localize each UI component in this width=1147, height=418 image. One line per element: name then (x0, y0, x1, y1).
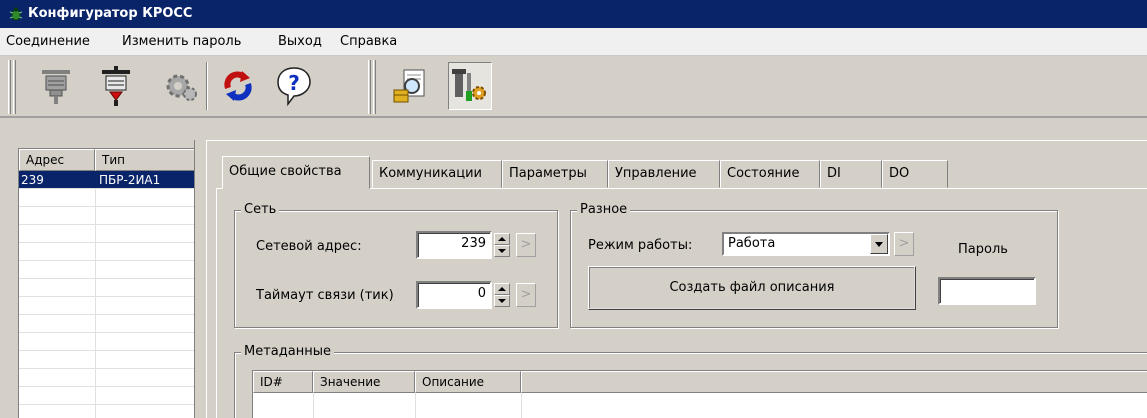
mode-label: Режим работы: (588, 238, 693, 253)
list-empty-row (19, 243, 194, 261)
timeout-stepper[interactable] (494, 283, 510, 307)
table-column-divider (313, 393, 314, 418)
table-column-divider (415, 393, 416, 418)
mode-select[interactable]: Работа (722, 232, 890, 256)
tab-do[interactable]: DO (882, 160, 948, 188)
window-title: Конфигуратор КРОСС (28, 6, 193, 21)
tab-control[interactable]: Управление (608, 160, 720, 188)
list-empty-row (19, 405, 194, 418)
menu-connection[interactable]: Соединение (6, 34, 90, 50)
settings-gear-icon[interactable] (160, 62, 200, 110)
list-empty-row (19, 207, 194, 225)
list-empty-row (19, 315, 194, 333)
tab-status[interactable]: Состояние (720, 160, 820, 188)
column-header-address[interactable]: Адрес (19, 149, 95, 171)
column-header-description[interactable]: Описание (415, 371, 521, 393)
spin-up-icon[interactable] (494, 233, 510, 245)
mode-select-value: Работа (728, 236, 776, 251)
toolbar-grip[interactable] (373, 60, 376, 114)
list-item-address: 239 (21, 173, 44, 187)
spin-down-icon[interactable] (494, 295, 510, 307)
list-empty-row (19, 333, 194, 351)
column-header-value[interactable]: Значение (313, 371, 415, 393)
toolbar-grip[interactable] (13, 60, 16, 114)
connect-icon[interactable] (36, 62, 76, 110)
network-address-stepper[interactable] (494, 233, 510, 257)
svg-text:?: ? (288, 71, 300, 95)
list-empty-row (19, 369, 194, 387)
network-address-field[interactable]: 239 (416, 231, 492, 259)
metadata-group-title: Метаданные (241, 344, 334, 360)
column-header-filler (521, 371, 1147, 393)
password-field[interactable] (938, 277, 1036, 305)
tab-parameters[interactable]: Параметры (502, 160, 608, 188)
toolbar-separator (206, 62, 208, 110)
network-group-title: Сеть (241, 202, 280, 218)
title-bar: Конфигуратор КРОСС (0, 0, 1147, 28)
column-header-type[interactable]: Тип (95, 149, 194, 171)
list-empty-row (19, 279, 194, 297)
toolbar: ? (0, 56, 1147, 118)
spin-up-icon[interactable] (494, 283, 510, 295)
tab-di[interactable]: DI (820, 160, 882, 188)
tab-communications[interactable]: Коммуникации (372, 160, 502, 188)
list-empty-row (19, 351, 194, 369)
menu-exit[interactable]: Выход (278, 34, 322, 50)
table-column-divider (521, 393, 522, 418)
disconnect-icon[interactable] (96, 62, 136, 110)
network-address-apply-button[interactable]: > (516, 233, 536, 257)
menu-bar: Соединение Изменить пароль Выход Справка (0, 28, 1147, 56)
refresh-icon[interactable] (218, 62, 258, 110)
timeout-label: Таймаут связи (тик) (256, 288, 394, 303)
search-document-icon[interactable] (390, 62, 430, 110)
tab-general-properties[interactable]: Общие свойства (222, 156, 370, 189)
mode-apply-button[interactable]: > (894, 232, 914, 256)
metadata-table[interactable]: ID# Значение Описание (252, 370, 1147, 418)
device-list[interactable]: Адрес Тип 239 ПБР-2ИА1 (18, 148, 194, 418)
tools-icon[interactable] (448, 62, 492, 110)
toolbar-grip[interactable] (368, 60, 371, 114)
list-empty-row (19, 225, 194, 243)
create-description-file-button[interactable]: Создать файл описания (588, 266, 916, 310)
list-empty-row (19, 387, 194, 405)
help-icon[interactable]: ? (274, 62, 314, 110)
app-bug-icon (8, 6, 24, 22)
spin-down-icon[interactable] (494, 245, 510, 257)
list-item[interactable]: 239 ПБР-2ИА1 (19, 171, 194, 189)
list-item-type: ПБР-2ИА1 (99, 173, 161, 187)
misc-group-title: Разное (577, 202, 631, 218)
password-label: Пароль (958, 242, 1008, 257)
pane-splitter[interactable] (194, 140, 206, 418)
menu-change-password[interactable]: Изменить пароль (122, 34, 241, 50)
column-header-id[interactable]: ID# (253, 371, 313, 393)
list-empty-row (19, 297, 194, 315)
chevron-down-icon[interactable] (870, 234, 888, 254)
list-empty-row (19, 189, 194, 207)
timeout-field[interactable]: 0 (416, 281, 492, 309)
list-empty-row (19, 261, 194, 279)
timeout-apply-button[interactable]: > (516, 283, 536, 307)
menu-help[interactable]: Справка (340, 34, 397, 50)
network-group: Сеть (234, 202, 558, 328)
toolbar-grip[interactable] (8, 60, 11, 114)
network-address-label: Сетевой адрес: (256, 239, 362, 254)
